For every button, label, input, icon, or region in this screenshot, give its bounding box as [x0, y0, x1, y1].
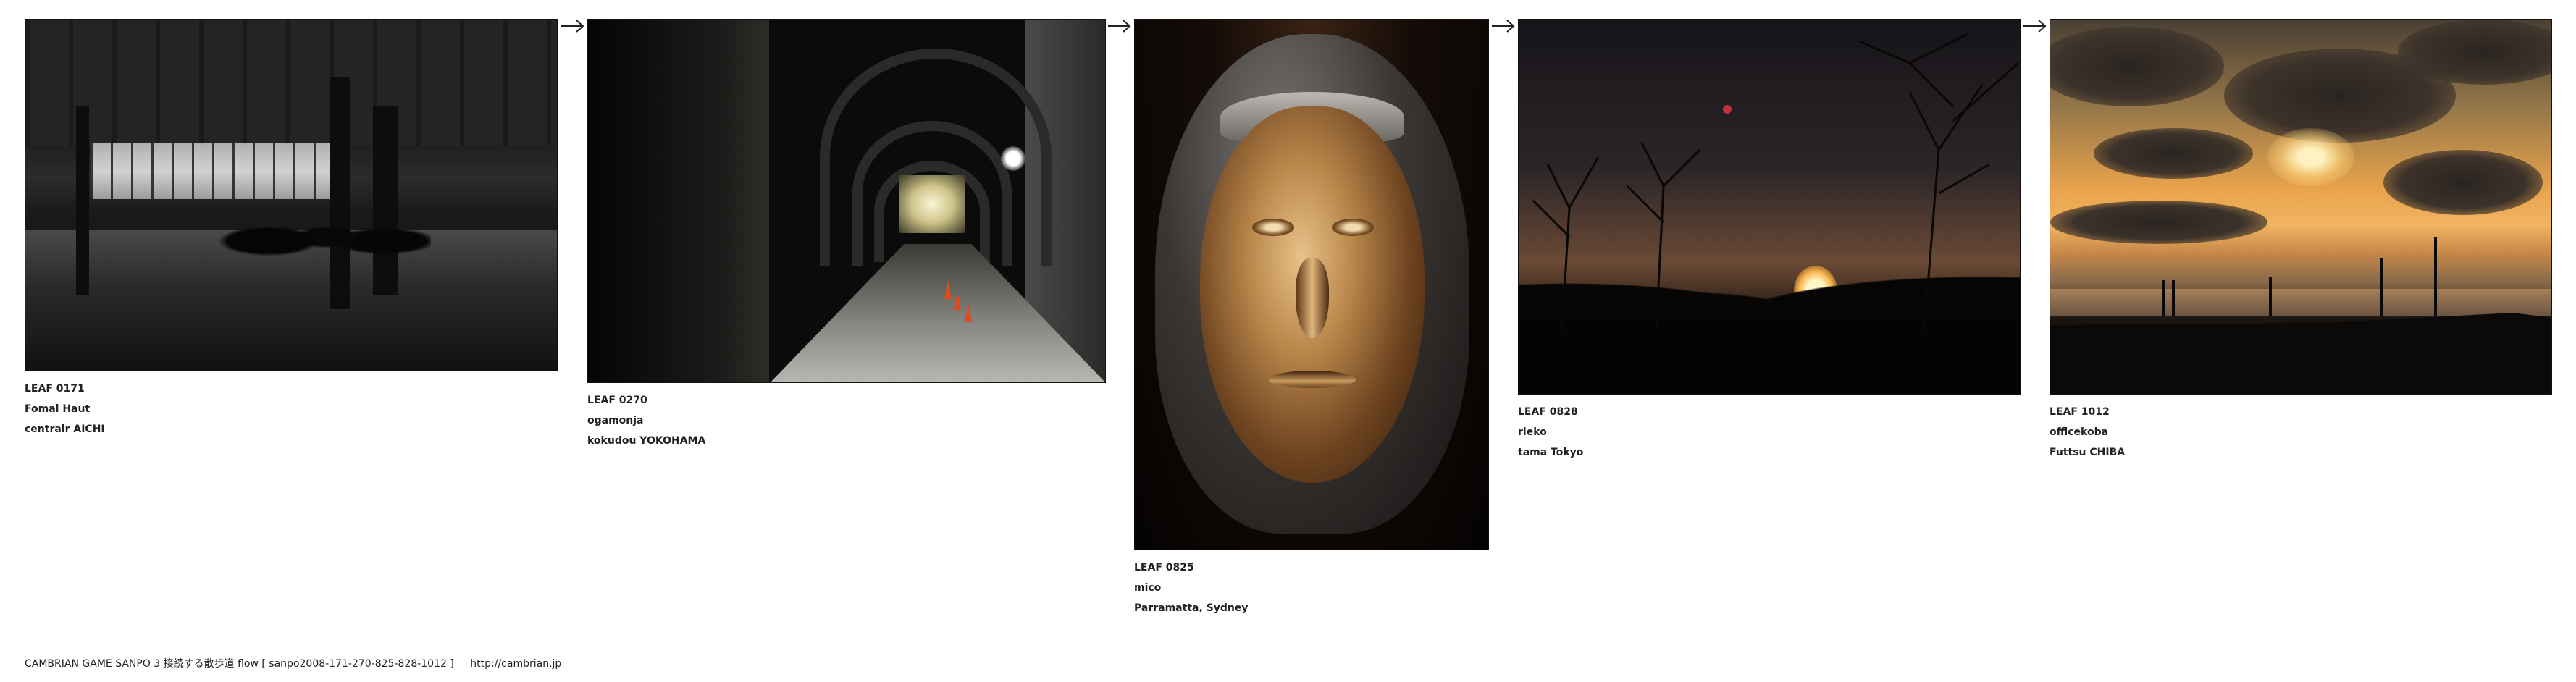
leaf-location: tama Tokyo — [1518, 447, 1584, 458]
leaf-author: rieko — [1518, 426, 1547, 438]
arcade-tunnel-photo[interactable] — [587, 19, 1106, 383]
leaf-code: LEAF 0270 — [587, 395, 647, 406]
bronze-face-photo[interactable] — [1134, 19, 1489, 550]
leaf-code: LEAF 0825 — [1134, 562, 1194, 573]
leaf-code: LEAF 0171 — [25, 383, 85, 395]
leaf-code: LEAF 1012 — [2050, 406, 2110, 418]
leaf-0825: LEAF 0825 mico Parramatta, Sydney — [1134, 19, 1489, 618]
arrow-right-icon — [1492, 20, 1515, 33]
leaf-author: officekoba — [2050, 426, 2109, 438]
leaf-location: Parramatta, Sydney — [1134, 602, 1249, 614]
leaf-code: LEAF 0828 — [1518, 406, 1578, 418]
sunset-trees-photo[interactable] — [1518, 19, 2021, 395]
leaf-1012: LEAF 1012 officekoba Futtsu CHIBA — [2050, 19, 2552, 463]
arrow-right-icon — [561, 20, 584, 33]
leaf-author: Fomal Haut — [25, 403, 91, 415]
leaf-location: Futtsu CHIBA — [2050, 447, 2126, 458]
leaf-author: mico — [1134, 582, 1162, 594]
footer-title: CAMBRIAN GAME SANPO 3 接続する散歩道 flow [ san… — [25, 658, 454, 670]
leaf-0171: LEAF 0171 Fomal Haut centrair AICHI — [25, 19, 558, 439]
leaf-0270: LEAF 0270 ogamonja kokudou YOKOHAMA — [587, 19, 1106, 451]
leaf-location: centrair AICHI — [25, 424, 105, 435]
arrow-right-icon — [2023, 20, 2047, 33]
leaf-author: ogamonja — [587, 415, 644, 426]
footer: CAMBRIAN GAME SANPO 3 接続する散歩道 flow [ san… — [25, 656, 561, 670]
footer-link[interactable]: http://cambrian.jp — [470, 658, 561, 670]
airport-terminal-photo[interactable] — [25, 19, 558, 371]
arrow-right-icon — [1108, 20, 1131, 33]
coastal-sunset-photo[interactable] — [2050, 19, 2552, 395]
leaf-0828: LEAF 0828 rieko tama Tokyo — [1518, 19, 2021, 463]
leaf-location: kokudou YOKOHAMA — [587, 435, 706, 447]
